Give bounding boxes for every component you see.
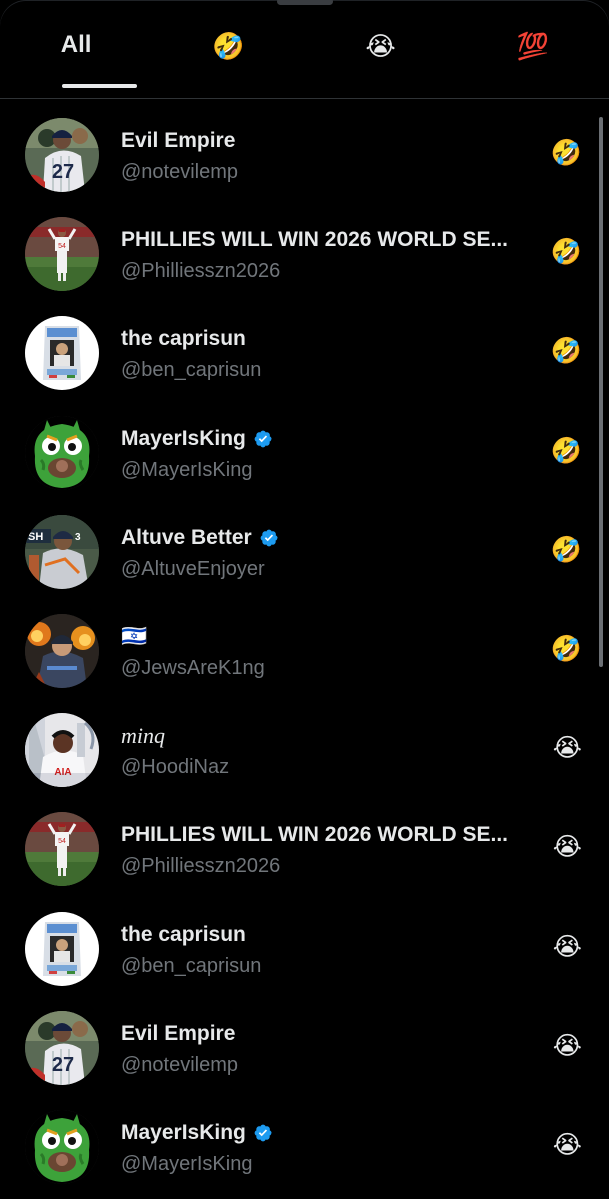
- display-name: PHILLIES WILL WIN 2026 WORLD SE...: [121, 228, 508, 252]
- display-name-line: minq: [121, 722, 165, 750]
- hundred-points-emoji-icon: 💯: [516, 31, 550, 61]
- rolling-laughing-emoji-icon: 🤣: [550, 535, 582, 564]
- rolling-laughing-emoji-icon: 🤣: [212, 31, 245, 61]
- rolling-laughing-emoji-icon: 🤣: [550, 238, 582, 267]
- user-handle: @JewsAreK1ng: [121, 656, 265, 679]
- tab-crying[interactable]: 😭: [305, 0, 457, 96]
- reaction-user-list: 27 Evil Empire @notevilemp 🤣 54 PHILLIES WILL…: [0, 99, 609, 1190]
- list-item[interactable]: 54 PHILLIES WILL WIN 2026 WORLD SE... @Phi…: [0, 793, 609, 892]
- rolling-laughing-emoji-icon: 🤣: [550, 634, 582, 663]
- rolling-laughing-emoji-icon: 🤣: [550, 337, 582, 366]
- user-handle: @Philliesszn2026: [121, 855, 281, 878]
- tab-hundred[interactable]: 💯: [457, 0, 609, 96]
- list-item[interactable]: SH 3 Altuve Better @AltuveEnjoyer 🤣: [0, 496, 609, 595]
- list-item[interactable]: the caprisun @ben_caprisun 😭: [0, 893, 609, 992]
- reaction-tabs: All 🤣 😭 💯: [0, 0, 609, 99]
- list-item[interactable]: the caprisun @ben_caprisun 🤣: [0, 297, 609, 396]
- display-name: MayerIsKing: [121, 1120, 246, 1144]
- user-handle: @AltuveEnjoyer: [121, 557, 265, 580]
- user-handle: @Philliesszn2026: [121, 260, 281, 283]
- list-item[interactable]: MayerIsKing @MayerIsKing 🤣: [0, 397, 609, 496]
- user-handle: @notevilemp: [121, 161, 239, 183]
- display-name: the caprisun: [121, 922, 246, 946]
- loudly-crying-emoji-icon: 😭: [552, 1130, 582, 1159]
- rolling-laughing-emoji-icon: 🤣: [550, 436, 582, 465]
- display-name-line: PHILLIES WILL WIN 2026 WORLD SE...: [121, 226, 508, 254]
- display-name-line: MayerIsKing: [121, 1119, 273, 1147]
- list-item[interactable]: 27 Evil Empire @notevilemp 😭: [0, 992, 609, 1091]
- svg-text:27: 27: [52, 1054, 74, 1076]
- avatar[interactable]: [25, 316, 99, 391]
- loudly-crying-emoji-icon: 😭: [552, 833, 582, 862]
- active-tab-indicator: [62, 84, 137, 88]
- reactions-sheet: All 🤣 😭 💯 27 Evil Empire @notevilemp 🤣 54 PHI…: [0, 0, 609, 1199]
- list-item[interactable]: MayerIsKing @MayerIsKing 😭: [0, 1091, 609, 1190]
- list-item[interactable]: 54 PHILLIES WILL WIN 2026 WORLD SE... @Phi…: [0, 198, 609, 297]
- user-handle: @notevilemp: [121, 1053, 239, 1076]
- display-name-line: Altuve Better: [121, 524, 279, 552]
- list-item[interactable]: 27 Evil Empire @notevilemp 🤣: [0, 99, 609, 198]
- svg-text:54: 54: [58, 838, 66, 845]
- display-name-line: MayerIsKing: [121, 425, 273, 453]
- display-name-line: Evil Empire: [121, 127, 235, 155]
- loudly-crying-emoji-icon: 😭: [552, 932, 582, 961]
- avatar[interactable]: [25, 613, 99, 688]
- display-name: 🇮🇱: [121, 624, 148, 648]
- user-handle: @MayerIsKing: [121, 458, 253, 481]
- loudly-crying-emoji-icon: 😭: [552, 734, 582, 763]
- display-name: minq: [121, 723, 165, 749]
- tab-all[interactable]: All: [0, 0, 152, 96]
- avatar[interactable]: [25, 911, 99, 986]
- list-item[interactable]: 🇮🇱 @JewsAreK1ng 🤣: [0, 595, 609, 694]
- avatar[interactable]: SH 3: [25, 514, 99, 589]
- user-handle: @ben_caprisun: [121, 359, 262, 382]
- display-name-line: 🇮🇱: [121, 623, 147, 651]
- svg-text:54: 54: [58, 243, 66, 250]
- display-name: Evil Empire: [121, 1021, 236, 1045]
- user-handle: @MayerIsKing: [121, 1152, 253, 1175]
- display-name: the caprisun: [121, 327, 246, 351]
- avatar[interactable]: 54: [25, 217, 99, 292]
- verified-badge-icon: [254, 1124, 272, 1142]
- display-name-line: Evil Empire: [121, 1020, 235, 1048]
- avatar[interactable]: 27: [25, 118, 99, 192]
- display-name: Altuve Better: [121, 525, 252, 549]
- user-handle: @ben_caprisun: [121, 954, 262, 977]
- verified-badge-icon: [260, 529, 278, 547]
- loudly-crying-emoji-icon: 😭: [365, 31, 396, 61]
- list-item[interactable]: AIA minq @HoodiNaz 😭: [0, 694, 609, 793]
- display-name-line: the caprisun: [121, 921, 246, 949]
- tab-laughing[interactable]: 🤣: [152, 0, 304, 96]
- svg-text:3: 3: [75, 532, 81, 543]
- display-name-line: the caprisun: [121, 325, 246, 353]
- rolling-laughing-emoji-icon: 🤣: [550, 139, 582, 167]
- avatar[interactable]: [25, 1109, 99, 1184]
- user-handle: @HoodiNaz: [121, 756, 230, 779]
- avatar[interactable]: [25, 415, 99, 490]
- avatar[interactable]: 27: [25, 1010, 99, 1085]
- tab-all-label: All: [60, 31, 92, 58]
- display-name: Evil Empire: [121, 129, 236, 152]
- display-name: PHILLIES WILL WIN 2026 WORLD SE...: [121, 823, 508, 847]
- svg-text:SH: SH: [28, 531, 43, 543]
- loudly-crying-emoji-icon: 😭: [552, 1031, 582, 1060]
- verified-badge-icon: [254, 430, 272, 447]
- avatar[interactable]: 54: [25, 812, 99, 887]
- display-name-line: PHILLIES WILL WIN 2026 WORLD SE...: [121, 821, 508, 849]
- svg-text:27: 27: [52, 161, 74, 183]
- avatar[interactable]: AIA: [25, 713, 99, 788]
- scrollbar[interactable]: [599, 117, 603, 667]
- display-name: MayerIsKing: [121, 426, 246, 450]
